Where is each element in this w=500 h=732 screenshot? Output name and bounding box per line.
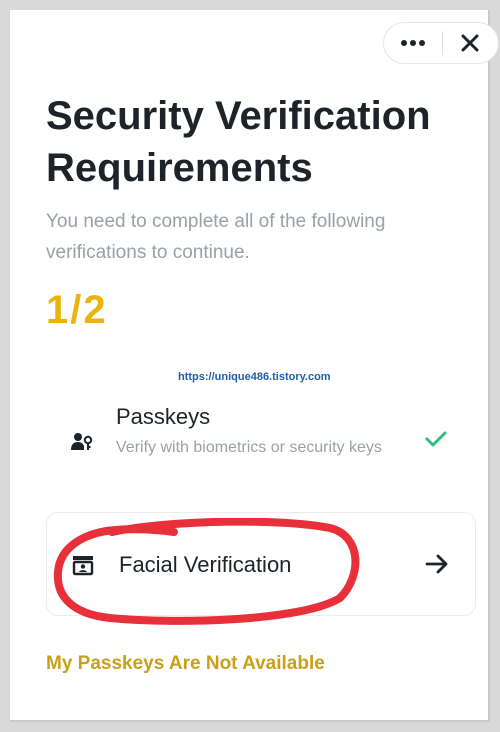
verification-item-facial[interactable]: Facial Verification [46,512,476,616]
header-actions [383,22,499,64]
page-title: Security Verification Requirements [46,94,431,190]
page-subtitle: You need to complete all of the followin… [46,211,386,263]
face-id-icon [72,556,94,576]
watermark-url: https://unique486.tistory.com [178,371,331,383]
verification-panel: Security Verification Requirements You n… [10,10,499,722]
verification-item-passkeys: Passkeys Verify with biometrics or secur… [46,400,476,485]
more-options-button[interactable] [384,23,442,63]
passkey-icon [71,433,93,450]
arrow-right-icon [425,554,448,574]
check-icon [425,431,447,447]
close-button[interactable] [442,23,498,63]
verification-title: Facial Verification [119,552,292,577]
verification-description: Verify with biometrics or security keys [116,439,382,456]
ellipsis-icon [400,40,425,46]
verification-title: Passkeys [116,404,211,429]
close-icon [461,34,479,52]
passkeys-unavailable-link[interactable]: My Passkeys Are Not Available [46,653,325,675]
progress-counter: 1/2 [46,288,108,332]
